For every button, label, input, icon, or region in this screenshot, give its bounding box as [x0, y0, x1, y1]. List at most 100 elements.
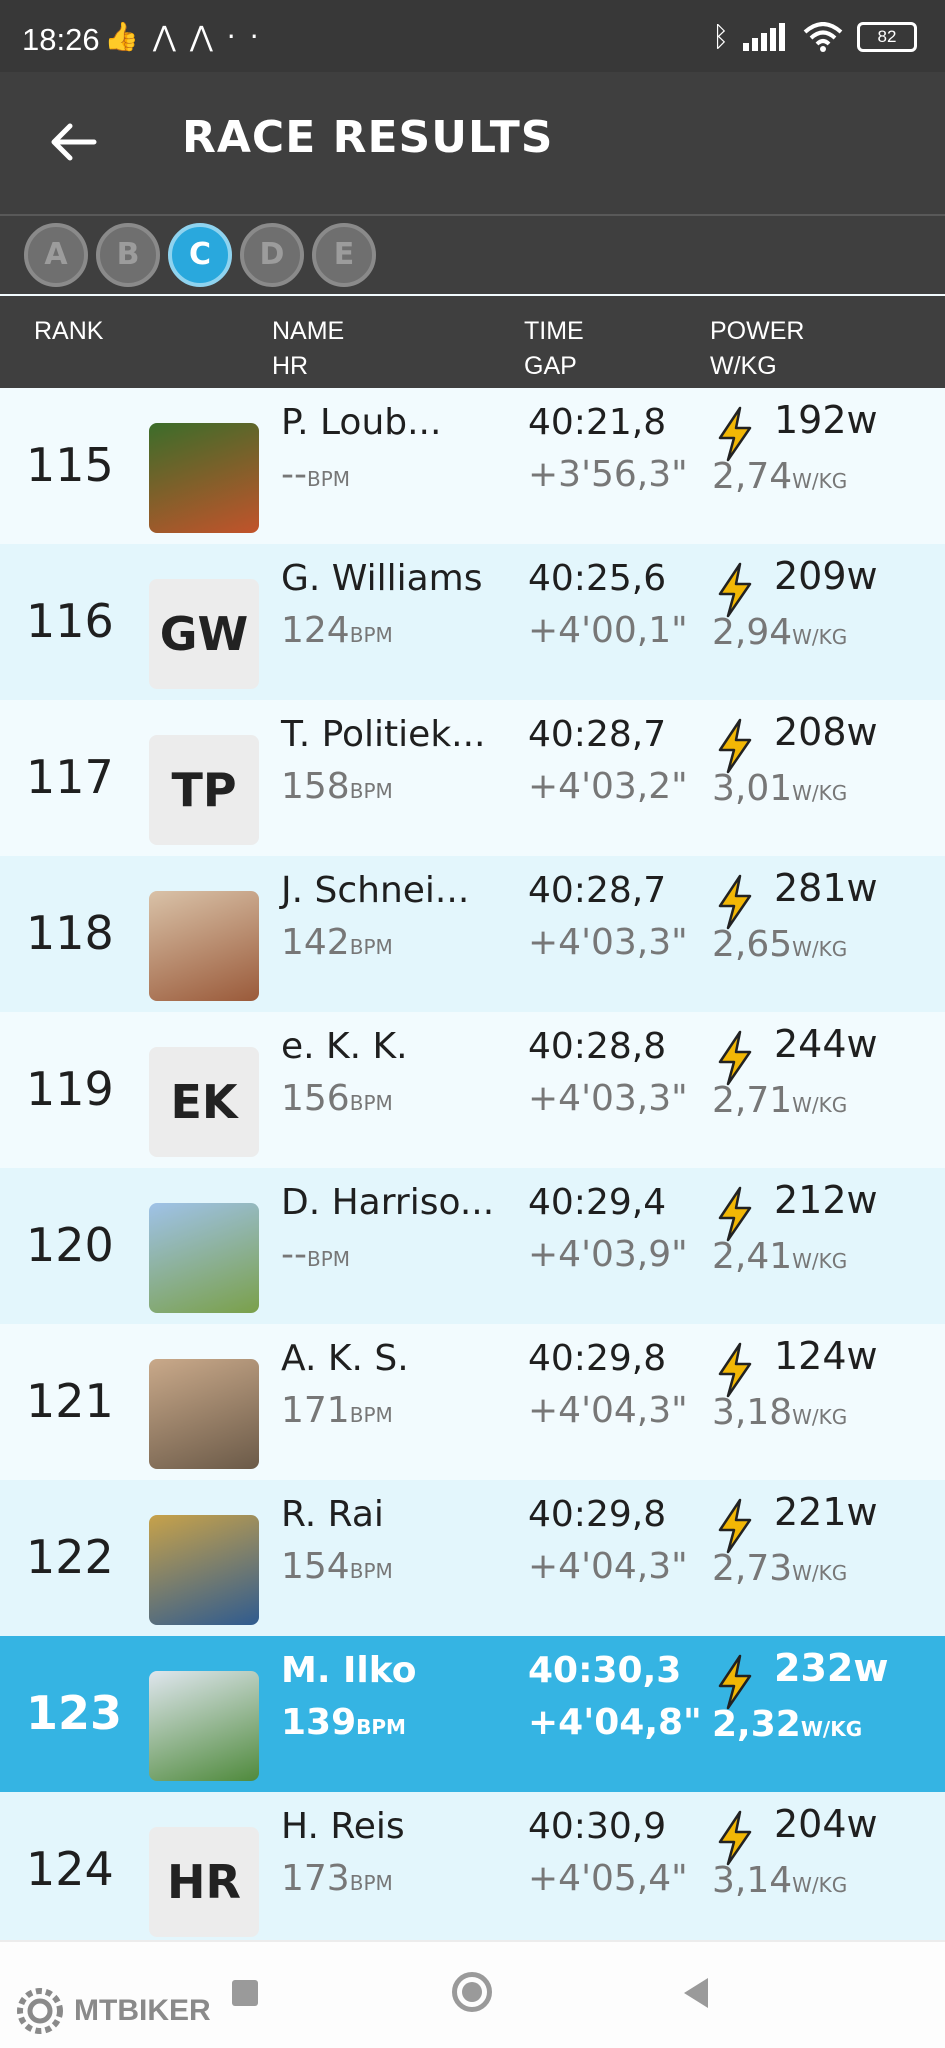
power-watts: 192w — [774, 398, 878, 442]
watts-unit: w — [846, 710, 878, 754]
time-gap: +4'04,3" — [528, 1390, 688, 1431]
wkg-unit: W/KG — [792, 1405, 848, 1429]
lightning-icon — [718, 406, 752, 462]
tab-category-a[interactable]: A — [24, 223, 88, 287]
avatar-initials: TP — [149, 735, 259, 845]
result-row[interactable]: 115 P. Loub... --BPM 40:21,8 +3'56,3" 192w 2,7… — [0, 388, 945, 544]
watts-value: 232 — [774, 1646, 854, 1690]
result-row[interactable]: 119 EK e. K. K. 156BPM 40:28,8 +4'03,3" 244w 2,… — [0, 1012, 945, 1168]
wkg-value: 3,14 — [712, 1860, 793, 1901]
hr-value: 142 — [281, 922, 350, 963]
col-rank[interactable]: RANK — [34, 314, 103, 349]
result-row[interactable]: 123 M. Ilko 139BPM 40:30,3 +4'04,8" 232w 2,32W… — [0, 1636, 945, 1792]
watts-value: 204 — [774, 1802, 847, 1846]
home-icon[interactable] — [452, 1972, 492, 2012]
avatar[interactable] — [149, 1203, 259, 1313]
category-tabs: A B C D E — [0, 216, 945, 294]
avatar[interactable] — [149, 423, 259, 533]
bpm-unit: BPM — [349, 1871, 393, 1895]
col-name-hr[interactable]: NAME HR — [272, 314, 344, 384]
power-watts: 204w — [774, 1802, 878, 1846]
col-wkg-label: W/KG — [710, 352, 777, 380]
wkg-unit: W/KG — [792, 469, 848, 493]
finish-time: 40:28,7 — [528, 870, 667, 911]
power-watts: 124w — [774, 1334, 878, 1378]
avatar[interactable]: HR — [149, 1827, 259, 1937]
finish-time: 40:28,8 — [528, 1026, 667, 1067]
finish-time: 40:25,6 — [528, 558, 667, 599]
avatar[interactable]: TP — [149, 735, 259, 845]
col-gap-label: GAP — [524, 352, 577, 380]
bpm-unit: BPM — [356, 1715, 406, 1739]
result-row[interactable]: 124 HR H. Reis 173BPM 40:30,9 +4'05,4" 204w 3,1… — [0, 1792, 945, 1948]
result-row[interactable]: 121 A. K. S. 171BPM 40:29,8 +4'04,3" 124w 3,18… — [0, 1324, 945, 1480]
gear-logo-icon — [17, 1988, 63, 2034]
avatar[interactable] — [149, 891, 259, 1001]
result-row[interactable]: 122 R. Rai 154BPM 40:29,8 +4'04,3" 221w 2,73W/… — [0, 1480, 945, 1636]
lightning-icon — [718, 1654, 752, 1710]
col-time-label: TIME — [524, 317, 584, 345]
wifi-icon — [803, 21, 843, 52]
watts-value: 212 — [774, 1178, 847, 1222]
result-row[interactable]: 120 D. Harriso... --BPM 40:29,4 +4'03,9" 212w… — [0, 1168, 945, 1324]
nav-back-icon[interactable] — [684, 1978, 708, 2008]
rank: 118 — [26, 906, 114, 960]
lightning-icon — [718, 718, 752, 774]
rank: 121 — [26, 1374, 114, 1428]
rank: 122 — [26, 1530, 114, 1584]
avatar-initials: EK — [149, 1047, 259, 1157]
wkg-unit: W/KG — [792, 781, 848, 805]
rider-name: e. K. K. — [281, 1026, 408, 1067]
wkg-value: 3,01 — [712, 768, 793, 809]
finish-time: 40:30,9 — [528, 1806, 667, 1847]
bpm-unit: BPM — [349, 1403, 393, 1427]
power-watts: 232w — [774, 1646, 888, 1690]
wkg-value: 2,65 — [712, 924, 793, 965]
status-time: 18:26 — [22, 22, 100, 57]
tab-category-b[interactable]: B — [96, 223, 160, 287]
avatar-photo — [149, 1671, 259, 1781]
result-row[interactable]: 116 GW G. Williams 124BPM 40:25,6 +4'00,1" 209… — [0, 544, 945, 700]
lightning-icon — [718, 1498, 752, 1554]
wkg-value: 2,71 — [712, 1080, 793, 1121]
power-wkg: 2,41W/KG — [712, 1236, 847, 1277]
watts-value: 221 — [774, 1490, 847, 1534]
result-row[interactable]: 117 TP T. Politiek... 158BPM 40:28,7 +4'03,2"… — [0, 700, 945, 856]
avatar[interactable]: EK — [149, 1047, 259, 1157]
wkg-unit: W/KG — [792, 625, 848, 649]
heart-rate: 154BPM — [281, 1546, 393, 1587]
avatar[interactable]: GW — [149, 579, 259, 689]
watts-unit: w — [846, 866, 878, 910]
avatar[interactable] — [149, 1671, 259, 1781]
wkg-value: 2,74 — [712, 456, 793, 497]
rank: 120 — [26, 1218, 114, 1272]
rank: 116 — [26, 594, 114, 648]
column-headers: RANK NAME HR TIME GAP POWER W/KG — [0, 296, 945, 388]
tab-category-e[interactable]: E — [312, 223, 376, 287]
lightning-icon — [718, 1342, 752, 1398]
power-watts: 281w — [774, 866, 878, 910]
watts-unit: w — [846, 1334, 878, 1378]
wkg-unit: W/KG — [792, 937, 848, 961]
finish-time: 40:29,4 — [528, 1182, 667, 1223]
time-gap: +3'56,3" — [528, 454, 688, 495]
col-hr-label: HR — [272, 352, 309, 380]
tab-category-c[interactable]: C — [168, 223, 232, 287]
time-gap: +4'03,3" — [528, 922, 688, 963]
tab-category-d[interactable]: D — [240, 223, 304, 287]
hr-value: 124 — [281, 610, 350, 651]
watts-unit: w — [846, 398, 878, 442]
result-row[interactable]: 118 J. Schnei... 142BPM 40:28,7 +4'03,3" 281w… — [0, 856, 945, 1012]
avatar[interactable] — [149, 1515, 259, 1625]
col-power-label: POWER — [710, 317, 805, 345]
back-arrow-icon[interactable] — [44, 114, 100, 170]
col-time-gap[interactable]: TIME GAP — [524, 314, 584, 384]
rider-name: G. Williams — [281, 558, 483, 599]
recents-icon[interactable] — [232, 1980, 258, 2006]
power-wkg: 2,74W/KG — [712, 456, 847, 497]
col-power-wkg[interactable]: POWER W/KG — [710, 314, 804, 384]
wkg-unit: W/KG — [792, 1561, 848, 1585]
rider-name: D. Harriso... — [281, 1182, 495, 1223]
avatar[interactable] — [149, 1359, 259, 1469]
watts-unit: w — [846, 1802, 878, 1846]
